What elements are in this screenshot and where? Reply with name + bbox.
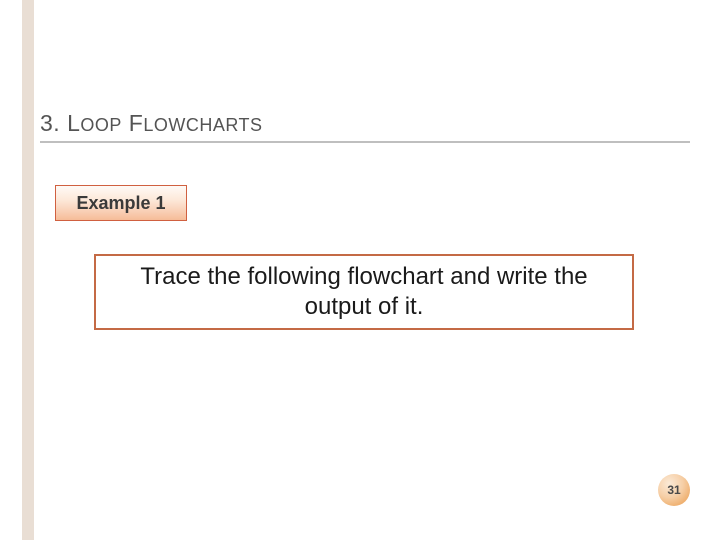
section-number: 3. — [40, 110, 60, 136]
heading-word2-lead: F — [129, 110, 144, 136]
page-number: 31 — [667, 483, 680, 497]
left-accent-bar — [22, 0, 34, 540]
section-heading: 3. LOOP FLOWCHARTS — [40, 110, 690, 143]
task-box: Trace the following flowchart and write … — [94, 254, 634, 330]
heading-word1-lead: L — [67, 110, 80, 136]
example-badge: Example 1 — [55, 185, 187, 221]
heading-word2-tail: LOWCHARTS — [143, 115, 262, 135]
heading-word1-tail: OOP — [80, 115, 122, 135]
example-badge-label: Example 1 — [76, 193, 165, 214]
task-text: Trace the following flowchart and write … — [110, 262, 618, 322]
page-number-badge: 31 — [658, 474, 690, 506]
